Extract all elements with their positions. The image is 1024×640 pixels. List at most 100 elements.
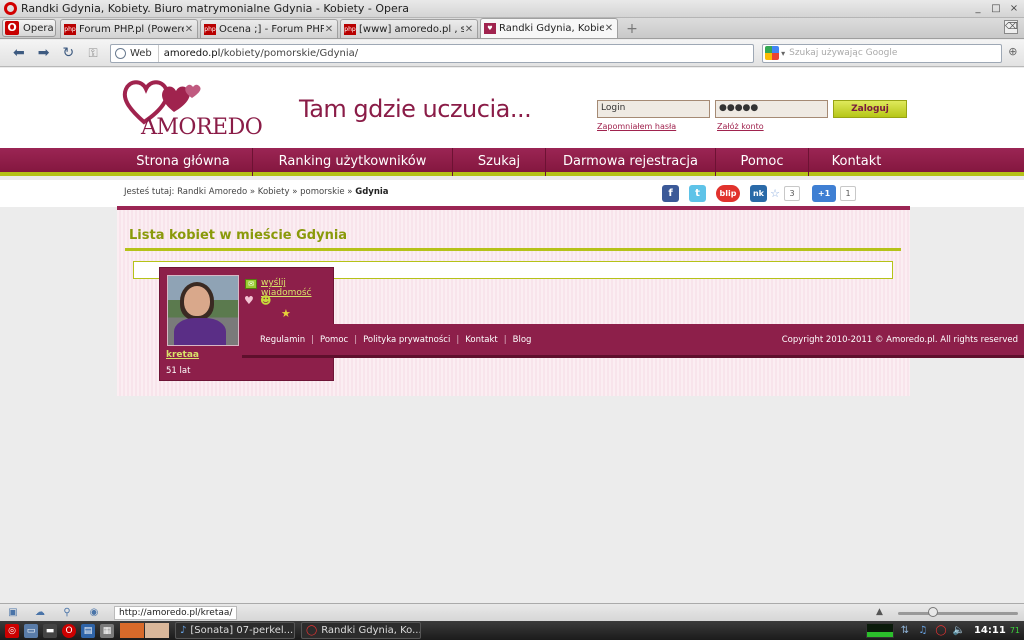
footer-link-help[interactable]: Pomoc	[320, 335, 348, 345]
maximize-button[interactable]: □	[988, 2, 1004, 16]
tab-ocena[interactable]: php Ocena ;] - Forum PHP.pl ✕	[200, 19, 338, 38]
tab-close-icon[interactable]: ✕	[184, 24, 194, 35]
new-tab-button[interactable]: +	[624, 21, 640, 37]
opera-logo-icon	[4, 2, 17, 15]
share-icon[interactable]: ⚲	[60, 607, 74, 619]
facebook-icon[interactable]: f	[662, 185, 679, 202]
volume-icon[interactable]: 🔈	[952, 624, 966, 638]
tab-close-icon[interactable]: ✕	[324, 24, 334, 35]
site-logo[interactable]: AMOREDO	[141, 115, 263, 140]
nav-help[interactable]: Pomoc	[716, 148, 809, 176]
tab-amoredo-www[interactable]: php [www] amoredo.pl , ser... ✕	[340, 19, 478, 38]
chevron-down-icon[interactable]: ▾	[781, 49, 785, 58]
php-favicon-icon: php	[204, 23, 216, 35]
task-label: Randki Gdynia, Ko...	[321, 625, 421, 636]
file-manager-icon[interactable]: ▤	[81, 623, 95, 638]
forgot-password-link[interactable]: Zapomniałem hasła	[597, 122, 676, 131]
star-badge-icon[interactable]: ★	[281, 308, 291, 320]
tab-close-icon[interactable]: ✕	[604, 23, 614, 34]
address-url[interactable]: amoredo.pl/kobiety/pomorskie/Gdynia/	[159, 48, 358, 59]
search-input[interactable]: ▾ Szukaj używając Google	[762, 43, 1003, 63]
nk-icon[interactable]: nk	[750, 185, 767, 202]
url-domain: amoredo.pl	[163, 47, 221, 59]
web-badge: Web	[111, 44, 159, 62]
tab-label: Forum PHP.pl (Powered ...	[79, 23, 184, 35]
window-title: Randki Gdynia, Kobiety. Biuro matrymonia…	[21, 2, 410, 15]
profile-nickname[interactable]: kretaa	[166, 350, 199, 360]
smiley-icon[interactable]: ☻	[260, 295, 271, 307]
footer-separator: |	[456, 335, 460, 345]
register-link[interactable]: Załóż konto	[717, 122, 764, 131]
tab-close-icon[interactable]: ✕	[464, 24, 474, 35]
search-placeholder: Szukaj używając Google	[789, 48, 898, 58]
nav-contact[interactable]: Kontakt	[809, 148, 904, 176]
task-sonata[interactable]: ♪ [Sonata] 07-perkel...	[175, 622, 295, 639]
tab-forum-php[interactable]: php Forum PHP.pl (Powered ... ✕	[60, 19, 198, 38]
web-label: Web	[129, 47, 152, 59]
os-taskbar: ◎ ▭ ▬ O ▤ ▦ ♪ [Sonata] 07-perkel... ◯ Ra…	[0, 621, 1024, 640]
tab-label: [www] amoredo.pl , ser...	[359, 23, 464, 35]
page-title: Lista kobiet w mieście Gdynia	[129, 228, 348, 243]
footer-link-terms[interactable]: Regulamin	[260, 335, 305, 345]
footer-link-blog[interactable]: Blog	[513, 335, 532, 345]
footer-links: Regulamin | Pomoc | Polityka prywatności | …	[260, 335, 531, 345]
breadcrumb-links[interactable]: Randki Amoredo » Kobiety » pomorskie »	[177, 187, 352, 197]
google-plus-icon[interactable]: +1	[812, 185, 836, 202]
nav-registration[interactable]: Darmowa rejestracja	[546, 148, 716, 176]
opera-task-icon: ◯	[306, 624, 318, 636]
desktop-icon[interactable]: ▭	[24, 623, 38, 638]
zoom-slider[interactable]	[898, 612, 1018, 615]
twitter-icon[interactable]: t	[689, 185, 706, 202]
forward-arrow-icon[interactable]: ➡	[33, 43, 55, 63]
nav-ranking[interactable]: Ranking użytkowników	[253, 148, 453, 176]
opera-launcher-icon[interactable]: O	[62, 623, 76, 638]
nav-search[interactable]: Szukaj	[453, 148, 546, 176]
close-window-button[interactable]: ×	[1006, 2, 1022, 16]
php-favicon-icon: php	[64, 23, 76, 35]
workspace-1[interactable]	[120, 623, 144, 638]
google-icon	[765, 46, 780, 60]
navigation-toolbar: ⬅ ➡ ↻ ⚿ Web amoredo.pl/kobiety/pomorskie…	[0, 40, 1024, 67]
profile-photo[interactable]	[167, 275, 239, 346]
network-icon[interactable]: ⇅	[898, 624, 912, 638]
heart-favicon-icon: ♥	[484, 23, 496, 34]
music-note-icon: ♪	[180, 624, 187, 636]
profile-age: 51 lat	[166, 366, 191, 376]
zoom-up-icon[interactable]: ▲	[876, 607, 883, 617]
back-arrow-icon[interactable]: ⬅	[8, 43, 30, 63]
trash-icon[interactable]: ⌫	[1004, 20, 1018, 34]
workspace-2[interactable]	[145, 623, 169, 638]
tab-randki-gdynia[interactable]: ♥ Randki Gdynia, Kobiety. ... ✕	[480, 18, 618, 38]
monitor-icon[interactable]: ▬	[43, 623, 57, 638]
tray-indicator: 71	[1009, 626, 1020, 635]
minimize-button[interactable]: _	[970, 2, 986, 16]
search-go-icon[interactable]: ⊕	[1008, 45, 1024, 61]
terminal-icon[interactable]: ▦	[100, 623, 114, 638]
tray-opera-icon[interactable]: ◯	[934, 624, 948, 638]
nav-home[interactable]: Strona główna	[114, 148, 253, 176]
task-label: [Sonata] 07-perkel...	[190, 625, 294, 636]
cloud-icon[interactable]: ☁	[33, 607, 47, 619]
panel-toggle-icon[interactable]: ▣	[6, 607, 20, 619]
opera-menu-button[interactable]: O Opera	[2, 19, 56, 37]
login-button[interactable]: Zaloguj	[833, 100, 907, 118]
key-icon[interactable]: ⚿	[82, 43, 104, 63]
login-field[interactable]: Login	[597, 100, 710, 118]
footer-link-contact[interactable]: Kontakt	[465, 335, 498, 345]
reload-icon[interactable]: ↻	[57, 43, 79, 63]
address-bar[interactable]: Web amoredo.pl/kobiety/pomorskie/Gdynia/	[109, 43, 755, 63]
start-menu-icon[interactable]: ◎	[5, 623, 19, 638]
envelope-icon[interactable]: ✉	[245, 279, 257, 289]
password-field[interactable]: ●●●●●	[715, 100, 828, 118]
tray-music-icon[interactable]: ♫	[916, 624, 930, 638]
send-message-link[interactable]: wyślij wiadomość	[261, 278, 333, 298]
zoom-slider-handle[interactable]	[928, 607, 938, 617]
speed-dial-icon[interactable]: ◉	[87, 607, 101, 619]
hearts-icon[interactable]: ♥	[244, 295, 254, 307]
star-icon[interactable]: ☆	[768, 185, 782, 202]
task-opera[interactable]: ◯ Randki Gdynia, Ko...	[301, 622, 421, 639]
clock[interactable]: 14:11	[974, 625, 1006, 636]
blip-icon[interactable]: blip	[716, 185, 740, 202]
php-favicon-icon: php	[344, 23, 356, 35]
footer-link-privacy[interactable]: Polityka prywatności	[363, 335, 450, 345]
